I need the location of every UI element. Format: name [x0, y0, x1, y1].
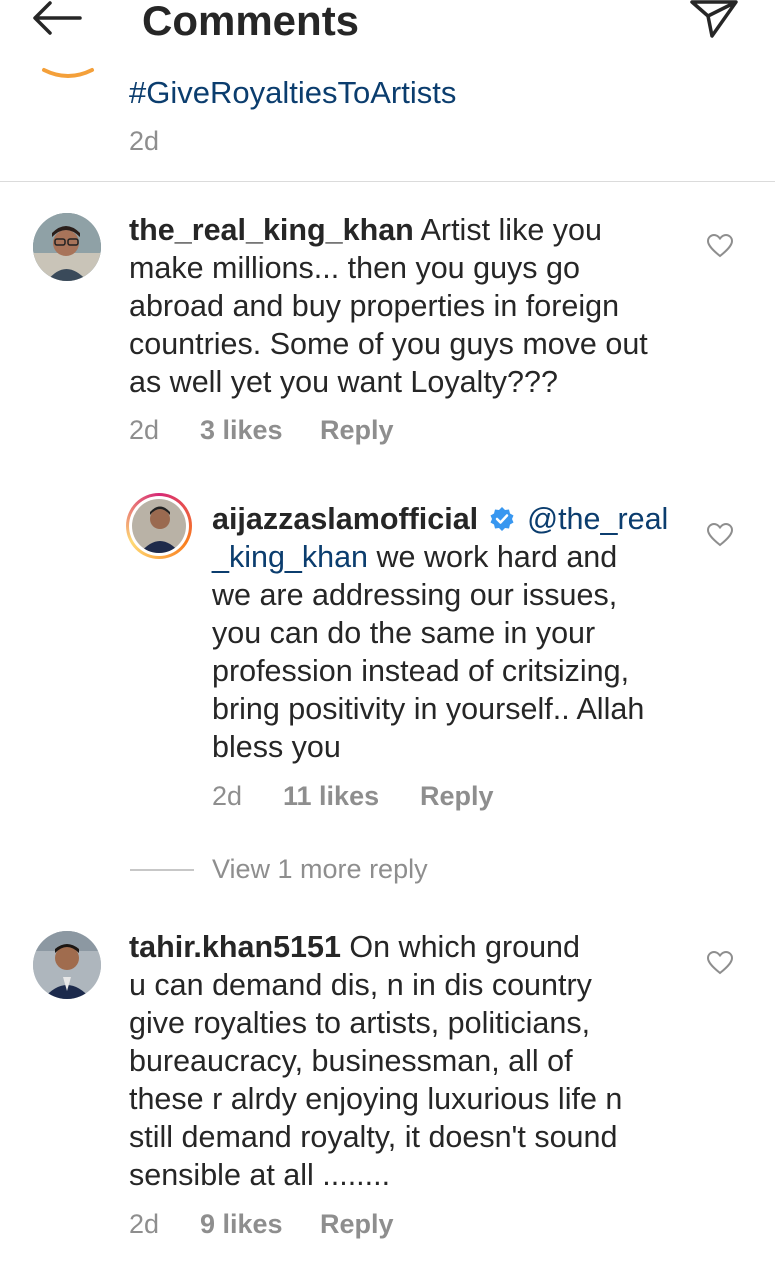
comment-text-line: abroad and buy properties in foreign [129, 289, 620, 323]
comment-likes[interactable]: 3 likes [200, 413, 283, 447]
comment-text-line: bureaucracy, businessman, all of [129, 1044, 573, 1078]
comment-text-line: profession instead of critsizing, [212, 654, 630, 688]
view-more-replies-button[interactable]: View 1 more reply [212, 852, 428, 886]
comment-text-line: sensible at all ........ [129, 1158, 391, 1192]
comment-text-line: bring positivity in yourself.. Allah [212, 692, 645, 726]
comment-time: 2d [129, 1209, 160, 1239]
avatar-story-ring[interactable] [126, 493, 192, 559]
avatar-photo [132, 499, 186, 553]
paper-plane-icon[interactable] [688, 0, 740, 40]
comment-time: 2d [212, 781, 243, 811]
hashtag-link[interactable]: #GiveRoyaltiesToArtists [129, 73, 456, 113]
comment-text-line: we are addressing our issues, [212, 578, 618, 612]
mention-link[interactable]: @the_real [527, 502, 668, 536]
page-title: Comments [142, 0, 360, 44]
reply-button[interactable]: Reply [420, 779, 494, 813]
comment-text-line: you can do the same in your [212, 616, 596, 650]
comment-time: 2d [129, 126, 160, 156]
reply-button[interactable]: Reply [320, 1207, 394, 1241]
comment-body: the_real_king_khan Artist like you make … [129, 211, 699, 401]
avatar-photo [33, 931, 101, 999]
comment-text-line: Artist like you [413, 213, 602, 247]
comment-username[interactable]: tahir.khan5151 [129, 930, 341, 964]
comment-text-line: On which ground [340, 930, 580, 964]
reply-button[interactable]: Reply [320, 413, 394, 447]
avatar-photo [33, 213, 101, 281]
reply-username[interactable]: aijazzaslamofficial [212, 502, 478, 536]
comment-likes[interactable]: 9 likes [200, 1207, 283, 1241]
mention-link[interactable]: _king_khan [212, 540, 368, 574]
verified-badge-icon [490, 507, 514, 531]
comment-text-line: countries. Some of you guys move out [129, 327, 648, 361]
comment-text-line: bless you [212, 730, 341, 764]
avatar[interactable] [33, 931, 101, 999]
heart-icon[interactable] [706, 233, 734, 259]
comment-body: tahir.khan5151 On which ground u can dem… [129, 928, 699, 1194]
comment-username[interactable]: the_real_king_khan [129, 213, 414, 247]
comment-text-line: still demand royalty, it doesn't sound [129, 1120, 618, 1154]
avatar[interactable] [33, 213, 101, 281]
comment-text-line: make millions... then you guys go [129, 251, 580, 285]
comment-text-line: give royalties to artists, politicians, [129, 1006, 591, 1040]
heart-icon[interactable] [706, 950, 734, 976]
comment-text-line: as well yet you want Loyalty??? [129, 365, 558, 399]
comment-likes[interactable]: 11 likes [283, 779, 379, 813]
heart-icon[interactable] [706, 522, 734, 548]
divider [0, 181, 775, 182]
view-replies-line [130, 869, 194, 871]
comment-text-line: u can demand dis, n in dis country [129, 968, 592, 1002]
comment-text-line: these r alrdy enjoying luxurious life n [129, 1082, 623, 1116]
comment-text-line: we work hard and [368, 540, 618, 574]
arrow-left-icon[interactable] [30, 0, 82, 38]
avatar-partial[interactable] [40, 40, 96, 80]
reply-body: aijazzaslamofficial @the_real _king_khan… [212, 500, 692, 766]
comment-time: 2d [129, 415, 160, 445]
